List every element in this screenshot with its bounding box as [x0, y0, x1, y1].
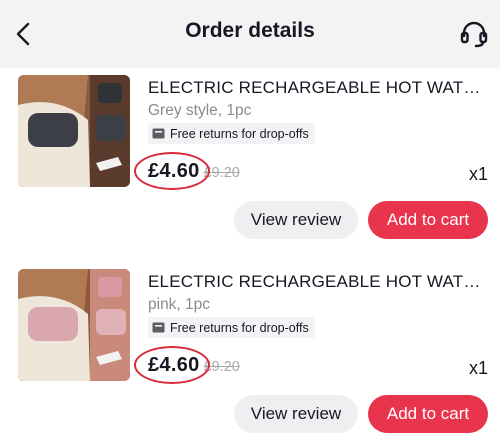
product-image[interactable]: [18, 269, 130, 381]
add-to-cart-button[interactable]: Add to cart: [368, 395, 488, 433]
customer-support-button[interactable]: [454, 14, 494, 54]
order-item: ELECTRIC RECHARGEABLE HOT WATER BOTTLE G…: [0, 68, 500, 248]
original-price: £9.20: [203, 165, 240, 181]
view-review-button[interactable]: View review: [234, 395, 358, 433]
product-name[interactable]: ELECTRIC RECHARGEABLE HOT WATER BOTTLE: [148, 78, 488, 98]
free-returns-badge: Free returns for drop-offs: [148, 317, 315, 338]
quantity: x1: [468, 164, 488, 184]
free-returns-badge: Free returns for drop-offs: [148, 123, 315, 144]
quantity: x1: [468, 358, 488, 378]
price-row: £4.60 £9.20: [148, 160, 240, 188]
product-variant: pink, 1pc: [148, 296, 211, 313]
price-row: £4.60 £9.20: [148, 354, 240, 382]
order-item: ELECTRIC RECHARGEABLE HOT WATER BOTTLE p…: [0, 262, 500, 437]
package-icon: [152, 128, 165, 139]
headset-icon: [460, 21, 488, 48]
package-icon: [152, 322, 165, 333]
product-image[interactable]: [18, 75, 130, 187]
free-returns-label: Free returns for drop-offs: [170, 126, 309, 141]
current-price: £4.60: [148, 354, 200, 376]
free-returns-label: Free returns for drop-offs: [170, 320, 309, 335]
original-price: £9.20: [203, 359, 240, 375]
page-title: Order details: [185, 19, 315, 42]
product-variant: Grey style, 1pc: [148, 102, 252, 119]
view-review-button[interactable]: View review: [234, 201, 358, 239]
current-price: £4.60: [148, 160, 200, 182]
product-name[interactable]: ELECTRIC RECHARGEABLE HOT WATER BOTTLE: [148, 272, 488, 292]
add-to-cart-button[interactable]: Add to cart: [368, 201, 488, 239]
header-bar: Order details: [0, 0, 500, 68]
